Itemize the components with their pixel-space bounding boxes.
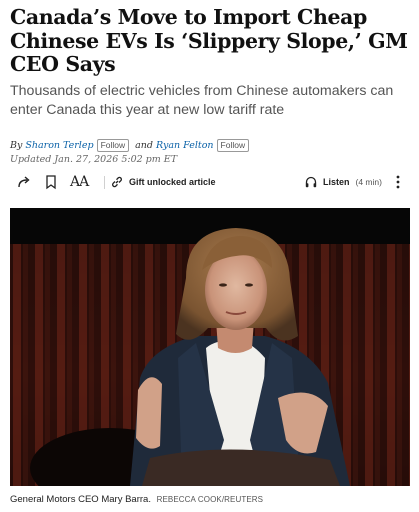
caption-text: General Motors CEO Mary Barra. [10, 494, 151, 505]
follow-button-1[interactable]: Follow [96, 138, 130, 152]
byline-prefix: By [10, 139, 23, 151]
article-toolbar: AA Gift unlocked article Listen (4 min) [10, 170, 409, 194]
author-link-1[interactable]: Sharon Terlep [25, 140, 93, 151]
article-headline: Canada’s Move to Import Cheap Chinese EV… [10, 5, 408, 76]
listen-button[interactable]: Listen (4 min) [304, 170, 382, 194]
more-vertical-icon [396, 175, 400, 189]
bookmark-button[interactable] [44, 170, 58, 194]
byline: By Sharon Terlep Follow and Ryan Felton … [10, 137, 255, 153]
listen-label: Listen [323, 177, 350, 187]
text-size-button[interactable]: AA [70, 170, 89, 194]
more-options-button[interactable] [395, 170, 401, 194]
toolbar-divider [104, 176, 105, 189]
link-icon [112, 176, 122, 188]
photo-caption: General Motors CEO Mary Barra. REBECCA C… [10, 494, 263, 505]
photo-illustration [10, 208, 410, 486]
share-button[interactable] [16, 170, 32, 194]
headphones-icon [305, 176, 317, 188]
text-size-label: AA [70, 174, 89, 190]
article-photo [10, 208, 410, 486]
gift-article-label: Gift unlocked article [129, 177, 216, 187]
listen-duration: (4 min) [355, 177, 382, 187]
author-link-2[interactable]: Ryan Felton [156, 140, 214, 151]
share-icon [18, 176, 30, 188]
bookmark-icon [46, 175, 56, 190]
updated-timestamp: Updated Jan. 27, 2026 5:02 pm ET [10, 154, 178, 165]
follow-button-2[interactable]: Follow [216, 138, 250, 152]
article-dek: Thousands of electric vehicles from Chin… [10, 83, 394, 118]
byline-conjunction: and [135, 139, 153, 151]
photo-credit: REBECCA COOK/REUTERS [156, 495, 264, 504]
gift-article-button[interactable]: Gift unlocked article [110, 170, 216, 194]
